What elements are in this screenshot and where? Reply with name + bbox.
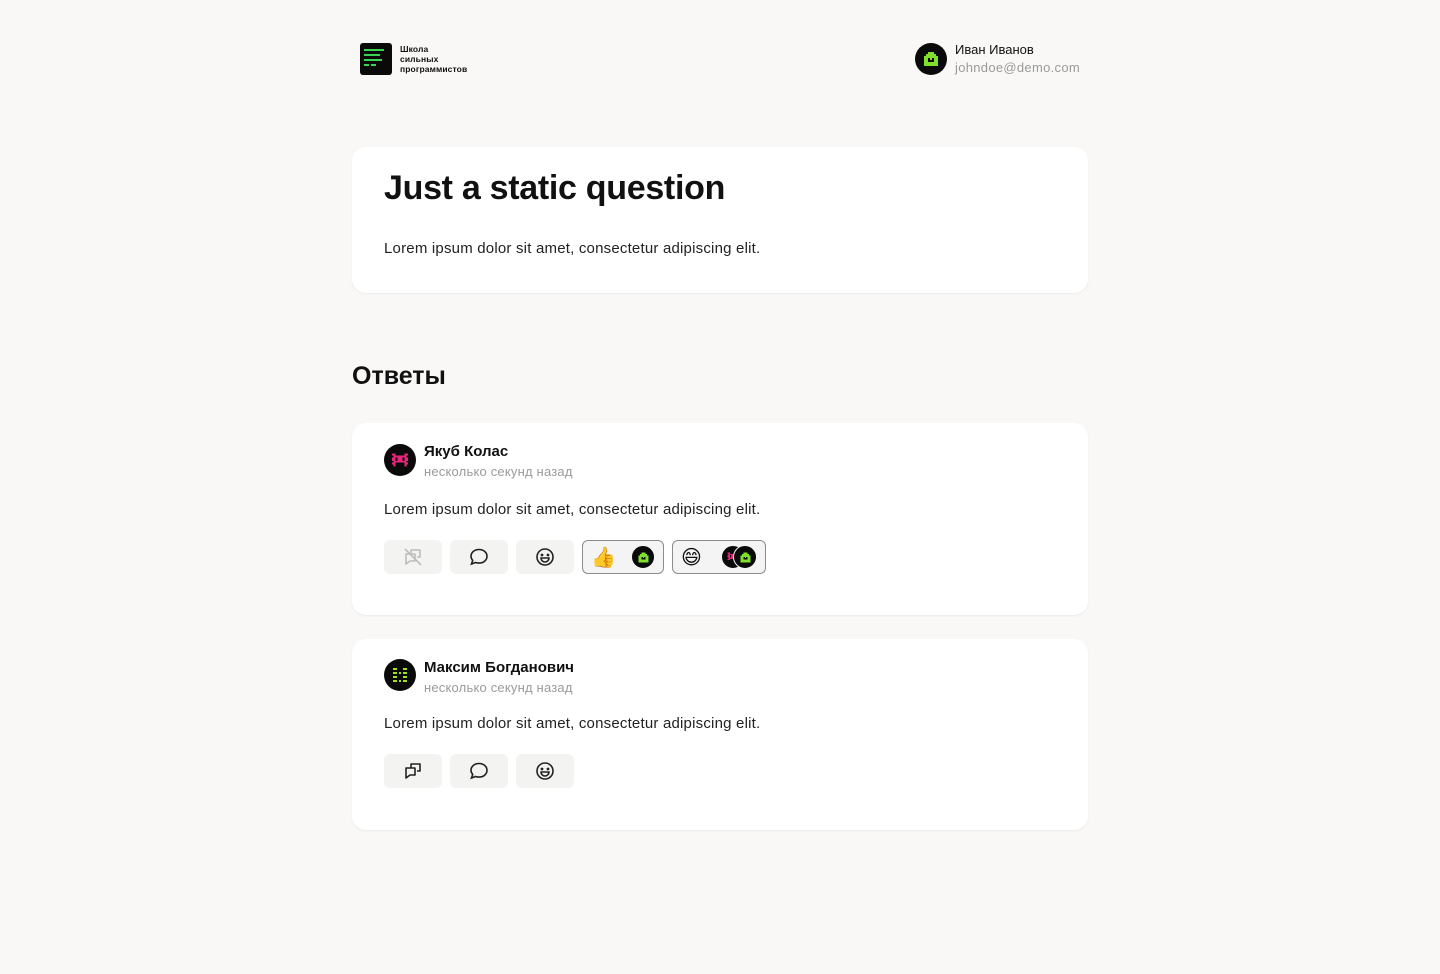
reaction-smile[interactable]: 😄 (672, 540, 766, 574)
user-name: Иван Иванов (955, 42, 1034, 57)
answers-title: Ответы (352, 362, 446, 390)
answer-time: несколько секунд назад (424, 464, 573, 479)
user-info: Иван Иванов johndoe@demo.com (955, 41, 1080, 77)
logo-line: программистов (400, 64, 468, 74)
add-reaction-button[interactable] (516, 540, 574, 574)
answer-body: Lorem ipsum dolor sit amet, consectetur … (384, 715, 761, 732)
reaction-emoji: 👍 (591, 545, 616, 569)
answer-card: Якуб Колас несколько секунд назад Lorem … (352, 423, 1088, 615)
comment-button[interactable] (450, 754, 508, 788)
mark-answer-disabled-icon (404, 548, 422, 566)
reaction-emoji: 😄 (681, 545, 702, 569)
green-house-icon (739, 551, 751, 563)
answer-author: Якуб Колас несколько секунд назад (384, 443, 1056, 483)
reactor-avatars (721, 545, 757, 569)
green-house-icon (637, 551, 649, 563)
answer-author: Максим Богданович несколько секунд назад (384, 659, 1056, 699)
answer-actions (384, 754, 1056, 788)
pink-invader-icon (391, 453, 409, 467)
author-name: Якуб Колас (424, 443, 509, 460)
question-title: Just a static question (384, 169, 726, 207)
question-body: Lorem ipsum dolor sit amet, consectetur … (384, 240, 761, 257)
reactor-avatar (631, 545, 655, 569)
comment-button[interactable] (450, 540, 508, 574)
logo[interactable]: Школа сильных программистов (360, 43, 467, 75)
avatar (384, 444, 416, 476)
green-house-icon (924, 52, 939, 66)
answer-actions: 👍 😄 (384, 540, 1056, 574)
answer-body: Lorem ipsum dolor sit amet, consectetur … (384, 501, 761, 518)
answer-card: Максим Богданович несколько секунд назад… (352, 639, 1088, 830)
add-reaction-icon (536, 762, 554, 780)
logo-text: Школа сильных программистов (400, 44, 467, 74)
logo-line: сильных (400, 54, 439, 64)
reactor-avatar (733, 545, 757, 569)
logo-mark-icon (360, 43, 392, 75)
question-card: Just a static question Lorem ipsum dolor… (352, 147, 1088, 293)
add-reaction-icon (536, 548, 554, 566)
comment-icon (470, 762, 488, 780)
mark-answer-icon (405, 763, 421, 779)
mark-answer-button[interactable] (384, 540, 442, 574)
reaction-thumbs-up[interactable]: 👍 (582, 540, 664, 574)
avatar (915, 43, 948, 75)
avatar (384, 659, 416, 691)
logo-line: Школа (400, 44, 429, 54)
mark-answer-button[interactable] (384, 754, 442, 788)
green-dots-icon (393, 668, 407, 682)
comment-icon (470, 548, 488, 566)
answer-time: несколько секунд назад (424, 680, 573, 695)
user-email: johndoe@demo.com (955, 60, 1080, 75)
user-menu[interactable]: Иван Иванов johndoe@demo.com (915, 41, 1080, 77)
header: Школа сильных программистов Иван Иванов … (360, 42, 1080, 76)
author-name: Максим Богданович (424, 659, 575, 676)
add-reaction-button[interactable] (516, 754, 574, 788)
